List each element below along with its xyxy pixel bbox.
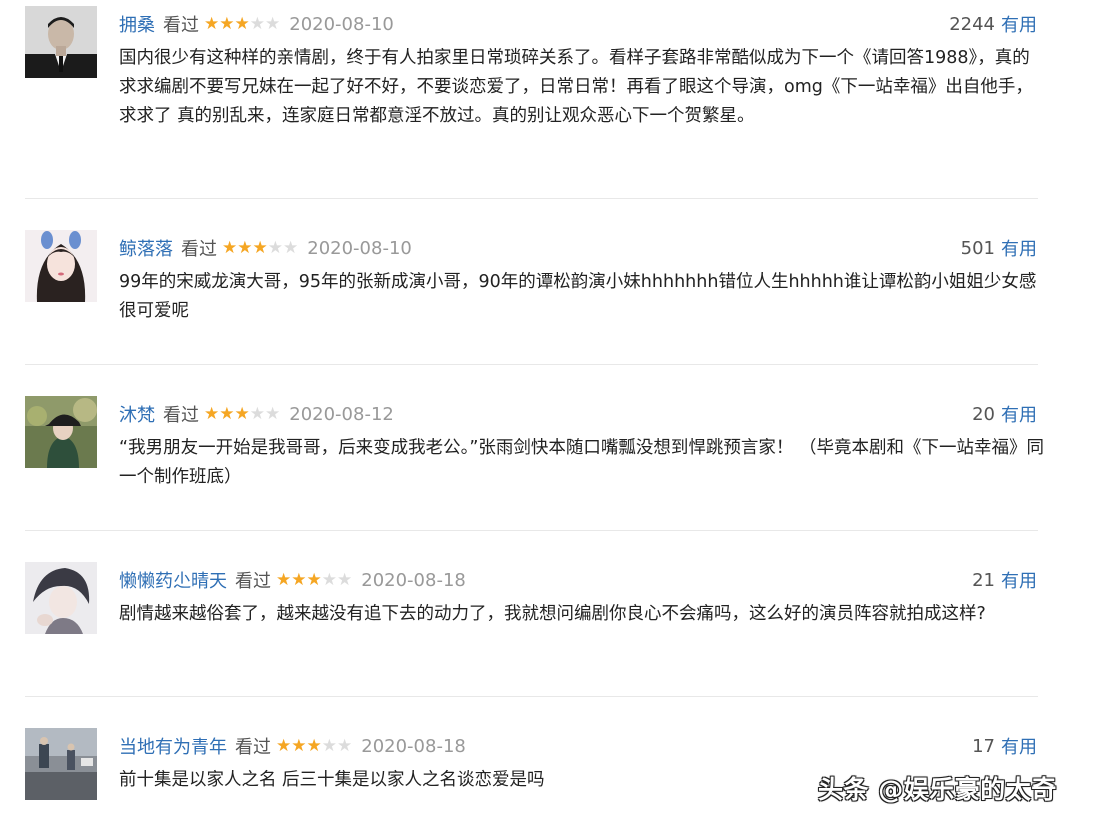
avatar[interactable] xyxy=(25,230,97,302)
useful-button[interactable]: 有用 xyxy=(1001,733,1037,759)
star-filled-icon: ★ xyxy=(219,403,235,424)
review-meta: 懒懒药尐晴天 看过 ★ ★ ★ ★ ★ 2020-08-18 xyxy=(119,567,466,593)
rating-stars: ★ ★ ★ ★ ★ xyxy=(276,569,353,590)
star-empty-icon: ★ xyxy=(249,13,265,34)
star-filled-icon: ★ xyxy=(237,237,253,258)
star-empty-icon: ★ xyxy=(321,735,337,756)
star-filled-icon: ★ xyxy=(222,237,238,258)
review-meta: 沐梵 看过 ★ ★ ★ ★ ★ 2020-08-12 xyxy=(119,401,394,427)
review-item: 懒懒药尐晴天 看过 ★ ★ ★ ★ ★ 2020-08-18 21 有用 剧情越来越俗套… xyxy=(0,562,1097,692)
star-filled-icon: ★ xyxy=(276,569,292,590)
star-filled-icon: ★ xyxy=(291,735,307,756)
review-text: “我男朋友一开始是我哥哥，后来变成我老公。”张雨剑快本随口嘴瓢没想到悍跳预言家！… xyxy=(119,438,1044,487)
watch-status: 看过 xyxy=(235,571,271,592)
review-item: 拥桑 看过 ★ ★ ★ ★ ★ 2020-08-10 2244 有用 国内很少有这种样的… xyxy=(0,6,1097,196)
review-date: 2020-08-10 xyxy=(307,237,412,259)
vote-count: 17 xyxy=(972,735,995,757)
star-filled-icon: ★ xyxy=(306,569,322,590)
star-filled-icon: ★ xyxy=(291,569,307,590)
review-text: 99年的宋威龙演大哥，95年的张新成演小哥，90年的谭松韵演小妹hhhhhhh错… xyxy=(119,272,1037,321)
review-date: 2020-08-18 xyxy=(361,569,466,591)
avatar[interactable] xyxy=(25,396,97,468)
useful-button[interactable]: 有用 xyxy=(1001,11,1037,37)
star-empty-icon: ★ xyxy=(321,569,337,590)
watch-status: 看过 xyxy=(181,239,217,260)
vote-box: 2244 有用 xyxy=(949,11,1037,37)
star-empty-icon: ★ xyxy=(249,403,265,424)
divider xyxy=(25,364,1038,365)
review-item: 沐梵 看过 ★ ★ ★ ★ ★ 2020-08-12 20 有用 “我男朋友一开始是我哥… xyxy=(0,396,1097,526)
vote-count: 21 xyxy=(972,569,995,591)
avatar[interactable] xyxy=(25,562,97,634)
vote-count: 2244 xyxy=(949,13,995,35)
star-filled-icon: ★ xyxy=(306,735,322,756)
vote-count: 501 xyxy=(960,237,995,259)
useful-button[interactable]: 有用 xyxy=(1001,235,1037,261)
username-link[interactable]: 当地有为青年 xyxy=(119,733,227,759)
watermark: 头条 @娱乐豪的太奇 xyxy=(818,775,1057,804)
review-meta: 鲸落落 看过 ★ ★ ★ ★ ★ 2020-08-10 xyxy=(119,235,412,261)
star-empty-icon: ★ xyxy=(337,569,353,590)
review-date: 2020-08-10 xyxy=(289,13,394,35)
review-text: 剧情越来越俗套了，越来越没有追下去的动力了，我就想问编剧你良心不会痛吗，这么好的… xyxy=(119,604,986,624)
watch-status: 看过 xyxy=(163,405,199,426)
review-text: 国内很少有这种样的亲情剧，终于有人拍家里日常琐碎关系了。看样子套路非常酷似成为下… xyxy=(119,48,1033,126)
vote-box: 17 有用 xyxy=(972,733,1037,759)
star-empty-icon: ★ xyxy=(265,13,281,34)
rating-stars: ★ ★ ★ ★ ★ xyxy=(204,13,281,34)
star-empty-icon: ★ xyxy=(265,403,281,424)
star-filled-icon: ★ xyxy=(234,403,250,424)
avatar[interactable] xyxy=(25,728,97,800)
divider xyxy=(25,530,1038,531)
star-empty-icon: ★ xyxy=(283,237,299,258)
divider xyxy=(25,198,1038,199)
watch-status: 看过 xyxy=(163,15,199,36)
review-date: 2020-08-18 xyxy=(361,735,466,757)
review-date: 2020-08-12 xyxy=(289,403,394,425)
vote-box: 20 有用 xyxy=(972,401,1037,427)
star-filled-icon: ★ xyxy=(204,13,220,34)
vote-box: 21 有用 xyxy=(972,567,1037,593)
star-filled-icon: ★ xyxy=(234,13,250,34)
username-link[interactable]: 沐梵 xyxy=(119,401,155,427)
watch-status: 看过 xyxy=(235,737,271,758)
useful-button[interactable]: 有用 xyxy=(1001,401,1037,427)
star-filled-icon: ★ xyxy=(252,237,268,258)
vote-box: 501 有用 xyxy=(960,235,1037,261)
star-filled-icon: ★ xyxy=(204,403,220,424)
star-filled-icon: ★ xyxy=(276,735,292,756)
review-meta: 当地有为青年 看过 ★ ★ ★ ★ ★ 2020-08-18 xyxy=(119,733,466,759)
avatar[interactable] xyxy=(25,6,97,78)
rating-stars: ★ ★ ★ ★ ★ xyxy=(276,735,353,756)
star-filled-icon: ★ xyxy=(219,13,235,34)
username-link[interactable]: 鲸落落 xyxy=(119,235,173,261)
divider xyxy=(25,696,1038,697)
review-item: 鲸落落 看过 ★ ★ ★ ★ ★ 2020-08-10 501 有用 99年的宋威龙演大… xyxy=(0,230,1097,360)
rating-stars: ★ ★ ★ ★ ★ xyxy=(222,237,299,258)
review-meta: 拥桑 看过 ★ ★ ★ ★ ★ 2020-08-10 xyxy=(119,11,394,37)
vote-count: 20 xyxy=(972,403,995,425)
star-empty-icon: ★ xyxy=(267,237,283,258)
username-link[interactable]: 拥桑 xyxy=(119,11,155,37)
useful-button[interactable]: 有用 xyxy=(1001,567,1037,593)
username-link[interactable]: 懒懒药尐晴天 xyxy=(119,567,227,593)
rating-stars: ★ ★ ★ ★ ★ xyxy=(204,403,281,424)
star-empty-icon: ★ xyxy=(337,735,353,756)
